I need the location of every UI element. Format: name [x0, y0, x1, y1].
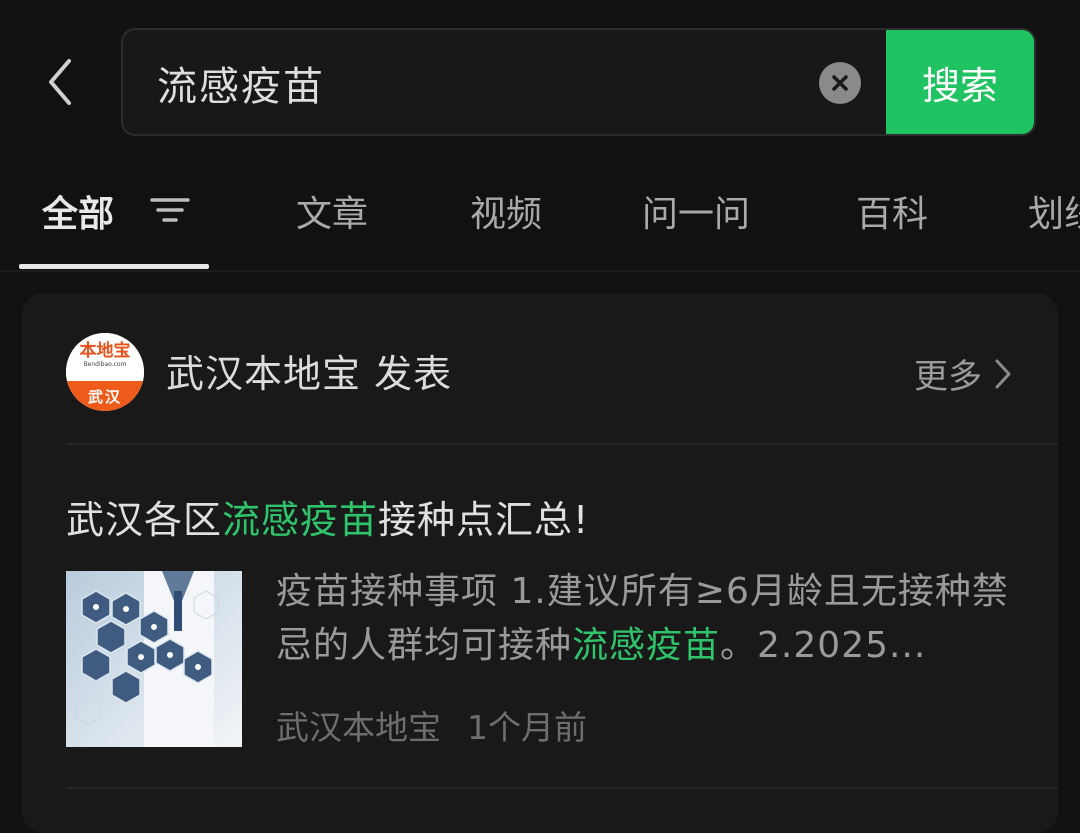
publisher-avatar[interactable]: 本地宝 Bendibao.com 武汉 [66, 333, 144, 411]
article-snippet[interactable]: 疫苗接种事项 1.建议所有≥6月龄且无接种禁忌的人群均可接种流感疫苗。2.202… [276, 565, 1016, 673]
result-card: 本地宝 Bendibao.com 武汉 武汉本地宝 发表 更多 武汉各区流感疫苗… [22, 293, 1058, 833]
chevron-right-icon [995, 359, 1011, 388]
clear-button[interactable] [819, 62, 861, 104]
search-input[interactable] [155, 30, 799, 134]
divider [66, 443, 1058, 445]
title-highlight: 流感疫苗 [222, 498, 379, 542]
article-title[interactable]: 武汉各区流感疫苗接种点汇总! [66, 489, 589, 544]
tab-all[interactable]: 全部 [42, 170, 114, 252]
tab-videos[interactable]: 视频 [470, 170, 542, 252]
title-text-end: 接种点汇总! [378, 498, 590, 542]
category-tabs: 全部 文章 视频 问一问 百科 划线 [0, 170, 1080, 272]
article-source: 武汉本地宝 [276, 708, 441, 747]
more-label: 更多 [914, 357, 982, 397]
avatar-city: 武汉 [66, 381, 144, 411]
avatar-domain: Bendibao.com [83, 361, 127, 368]
tab-articles[interactable]: 文章 [296, 170, 368, 252]
search-button[interactable]: 搜索 [886, 30, 1034, 134]
back-icon [49, 59, 71, 105]
search-header: 搜索 [0, 0, 1080, 170]
more-link[interactable]: 更多 [914, 349, 1012, 398]
publisher-name[interactable]: 武汉本地宝 发表 [166, 343, 452, 398]
active-tab-indicator [19, 264, 209, 269]
snippet-highlight: 流感疫苗 [572, 625, 721, 666]
tab-encyclopedia[interactable]: 百科 [856, 170, 928, 252]
tab-ask[interactable]: 问一问 [642, 170, 750, 252]
snippet-text-end: 。2.2025... [720, 625, 927, 666]
clear-icon [832, 75, 848, 91]
avatar-brand: 本地宝 [79, 341, 131, 361]
filter-icon[interactable] [150, 192, 190, 228]
article-time: 1个月前 [467, 708, 587, 747]
article-thumbnail[interactable] [66, 571, 242, 747]
divider [66, 787, 1058, 789]
search-box: 搜索 [121, 28, 1036, 136]
tab-highlights[interactable]: 划线 [1028, 170, 1080, 252]
back-button[interactable] [30, 52, 90, 112]
avatar-logo: 本地宝 Bendibao.com [66, 333, 144, 381]
article-meta: 武汉本地宝 1个月前 [276, 701, 587, 749]
title-text: 武汉各区 [66, 498, 223, 542]
